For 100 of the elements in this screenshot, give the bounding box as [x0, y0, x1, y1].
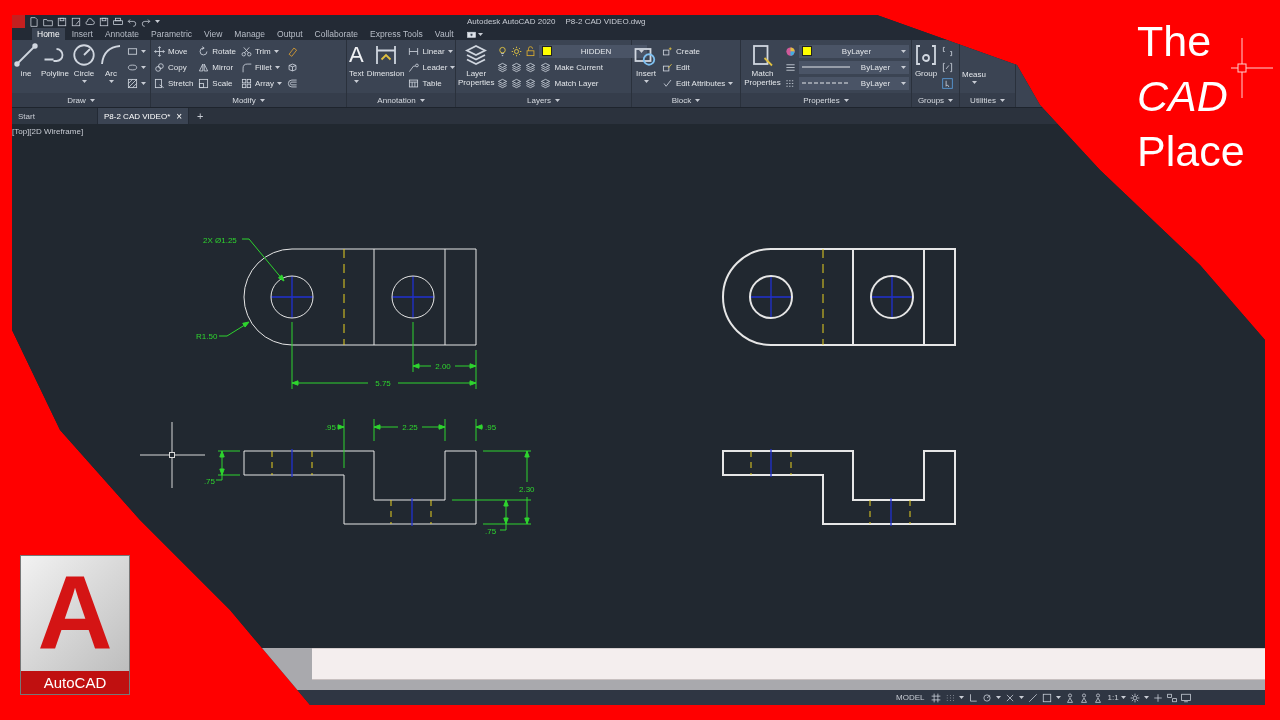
- layer-dropdown[interactable]: HIDDEN: [539, 44, 648, 58]
- ribbon-button[interactable]: Mirror: [197, 59, 237, 75]
- layers-icon[interactable]: [497, 61, 509, 73]
- ribbon-button[interactable]: Array: [239, 75, 284, 91]
- ribbon-tab[interactable]: Annotate: [99, 28, 144, 40]
- right-angle-icon[interactable]: [968, 692, 979, 703]
- monitor-icon[interactable]: [1180, 692, 1191, 703]
- ribbon-tab[interactable]: Parametric: [146, 28, 198, 40]
- ribbon-button[interactable]: Stretch: [153, 75, 195, 91]
- ribbon-button[interactable]: Measu: [962, 43, 986, 84]
- panel-title[interactable]: Layers: [527, 95, 551, 105]
- ribbon-button[interactable]: Layer Properties: [458, 43, 495, 87]
- ribbon-button[interactable]: Group: [914, 43, 938, 78]
- polar-icon[interactable]: [982, 692, 993, 703]
- ribbon-button[interactable]: Linear: [407, 43, 457, 59]
- ribbon-button[interactable]: Edit: [661, 59, 735, 75]
- snap-icon[interactable]: [1005, 692, 1016, 703]
- bulb-icon[interactable]: [497, 45, 509, 57]
- bracket-icon: [914, 43, 938, 67]
- ribbon-button[interactable]: Move: [153, 43, 195, 59]
- ribbon-tab[interactable]: View: [199, 28, 228, 40]
- ribbon-tab[interactable]: Manage: [229, 28, 271, 40]
- property-dropdown[interactable]: ByLayer: [799, 76, 909, 90]
- box-icon[interactable]: [1042, 692, 1053, 703]
- property-dropdown[interactable]: ByLayer: [799, 44, 909, 58]
- ribbon-button[interactable]: Arc: [99, 43, 123, 83]
- linetype-icon[interactable]: [785, 77, 796, 89]
- layers-icon: [540, 77, 552, 89]
- layers-icon[interactable]: [525, 61, 537, 73]
- plus-icon[interactable]: [1152, 692, 1163, 703]
- person-icon[interactable]: [1065, 692, 1076, 703]
- command-line-field[interactable]: [312, 648, 1265, 680]
- ribbon-button[interactable]: A Text: [349, 43, 364, 83]
- windows-icon[interactable]: [1166, 692, 1177, 703]
- layers-icon[interactable]: [511, 61, 523, 73]
- save-icon[interactable]: [99, 16, 109, 27]
- ribbon-button[interactable]: Create: [661, 43, 735, 59]
- color-wheel-icon[interactable]: [785, 45, 796, 57]
- ribbon-tab[interactable]: Insert: [66, 28, 98, 40]
- panel-title[interactable]: Properties: [803, 95, 840, 105]
- ribbon-button[interactable]: Trim: [239, 43, 284, 59]
- ribbon-button[interactable]: Scale: [197, 75, 237, 91]
- layers-icon[interactable]: [525, 77, 537, 89]
- panel-title[interactable]: Modify: [232, 95, 256, 105]
- save-icon[interactable]: [57, 16, 67, 27]
- person-icon[interactable]: [1093, 692, 1104, 703]
- folder-icon[interactable]: [43, 16, 53, 27]
- ribbon-button[interactable]: Match Properties: [743, 43, 782, 87]
- dimension-text: .95: [485, 423, 497, 432]
- layers-icon[interactable]: [511, 77, 523, 89]
- sun-icon[interactable]: [511, 45, 523, 57]
- line-icon: [14, 43, 38, 67]
- file-tab-label[interactable]: Start: [18, 111, 35, 121]
- caret-icon: [996, 696, 1002, 699]
- person-icon[interactable]: [1079, 692, 1090, 703]
- layers-icon[interactable]: [497, 77, 509, 89]
- cloud-icon[interactable]: [85, 16, 95, 27]
- ribbon-button[interactable]: Leader: [407, 59, 457, 75]
- lineweight-icon[interactable]: [785, 61, 796, 73]
- ribbon-button[interactable]: Polyline: [41, 43, 69, 78]
- ribbon-button[interactable]: Match Layer: [539, 75, 600, 91]
- panel-title[interactable]: Block: [671, 95, 692, 105]
- caret-icon: [948, 98, 954, 102]
- file-tab[interactable]: P8-2 CAD VIDEO* ×: [98, 108, 190, 124]
- ribbon-button[interactable]: Table: [407, 75, 457, 91]
- ribbon-button[interactable]: ine: [14, 43, 38, 78]
- viewport-label[interactable]: [Top][2D Wireframe]: [12, 127, 84, 136]
- ribbon-tab[interactable]: Vault: [429, 28, 459, 40]
- ribbon-tab[interactable]: Express Tools: [365, 28, 428, 40]
- printer-icon[interactable]: [113, 16, 123, 27]
- new-tab-button[interactable]: +: [189, 108, 212, 124]
- new-file-icon[interactable]: [29, 16, 39, 27]
- caret-icon: [259, 98, 265, 102]
- slash-icon[interactable]: [1028, 692, 1039, 703]
- ribbon-tab[interactable]: Output: [272, 28, 308, 40]
- dot-grid-icon[interactable]: [945, 692, 956, 703]
- lock-icon[interactable]: [525, 45, 537, 57]
- close-button[interactable]: ×: [176, 110, 183, 122]
- save-as-icon[interactable]: [71, 16, 81, 27]
- file-tab-label[interactable]: P8-2 CAD VIDEO*: [104, 111, 171, 121]
- checkmark-icon: [662, 77, 673, 89]
- model-tab[interactable]: MODEL: [893, 693, 928, 702]
- undo-icon[interactable]: [127, 16, 137, 27]
- redo-icon[interactable]: [141, 16, 151, 27]
- annotation-ratio-menu[interactable]: 1:1: [1107, 693, 1126, 702]
- panel-title[interactable]: Draw: [67, 95, 86, 105]
- ribbon-button[interactable]: Circle: [72, 43, 96, 83]
- ribbon-button[interactable]: Make Current: [539, 59, 604, 75]
- file-tab[interactable]: Start: [12, 108, 98, 124]
- ribbon-tab[interactable]: Collaborate: [309, 28, 364, 40]
- ribbon-button[interactable]: Rotate: [197, 43, 237, 59]
- ribbon-button[interactable]: Copy: [153, 59, 195, 75]
- ribbon-icon-button[interactable]: [941, 75, 954, 91]
- ribbon-tab[interactable]: Home: [32, 28, 65, 40]
- grid-icon[interactable]: [931, 692, 942, 703]
- ribbon-button[interactable]: Edit Attributes: [661, 75, 735, 91]
- ribbon-button[interactable]: Dimension: [366, 43, 405, 78]
- ribbon-button[interactable]: Fillet: [239, 59, 284, 75]
- gear-icon[interactable]: [1129, 692, 1140, 703]
- property-dropdown[interactable]: ByLayer: [799, 60, 909, 74]
